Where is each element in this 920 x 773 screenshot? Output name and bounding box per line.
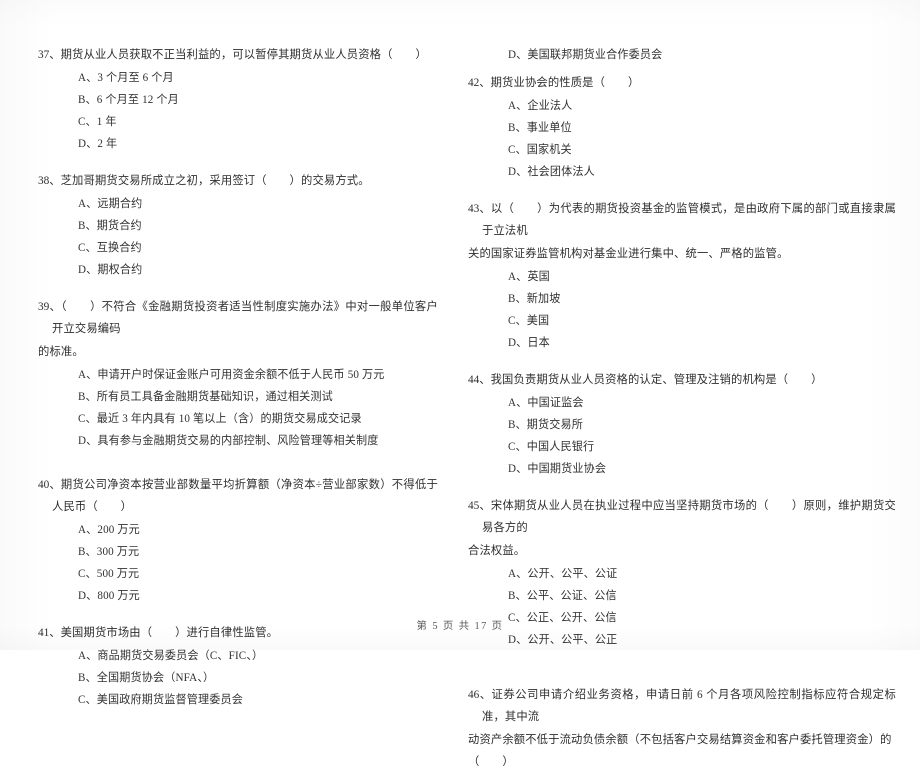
question-39-option-c[interactable]: C、最近 3 年内具有 10 笔以上（含）的期货交易成交记录 (38, 408, 438, 430)
question-38-option-a[interactable]: A、远期合约 (38, 193, 438, 215)
question-40-option-c[interactable]: C、500 万元 (38, 563, 438, 585)
question-block-37: 37、期货从业人员获取不正当利益的，可以暂停其期货从业人员资格（ ） A、3 个… (38, 44, 438, 155)
question-38-option-b[interactable]: B、期货合约 (38, 215, 438, 237)
question-42-number: 42、 (468, 77, 491, 89)
question-42-text: 期货业协会的性质是（ ） (490, 77, 640, 89)
question-37-stem: 37、期货从业人员获取不正当利益的，可以暂停其期货从业人员资格（ ） (38, 44, 438, 66)
question-45-text: 宋体期货从业人员在执业过程中应当坚持期货市场的（ ）原则，维护期货交易各方的 (482, 500, 896, 534)
question-46-text: 证券公司申请介绍业务资格，申请日前 6 个月各项风险控制指标应符合规定标准，其中… (482, 689, 896, 723)
question-37-option-c[interactable]: C、1 年 (38, 111, 438, 133)
question-39-number: 39、 (38, 301, 61, 313)
question-44-option-a[interactable]: A、中国证监会 (468, 392, 896, 414)
question-39-option-b[interactable]: B、所有员工具备金融期货基础知识，通过相关测试 (38, 386, 438, 408)
question-44-number: 44、 (468, 374, 491, 386)
question-44-option-d[interactable]: D、中国期货业协会 (468, 458, 896, 480)
question-block-38: 38、芝加哥期货交易所成立之初，采用签订（ ）的交易方式。 A、远期合约 B、期… (38, 170, 438, 281)
question-block-41: 41、美国期货市场由（ ）进行自律性监管。 A、商品期货交易委员会（C、FIC、… (38, 622, 438, 711)
question-45-option-d[interactable]: D、公开、公平、公正 (468, 629, 896, 651)
question-45-stem: 45、宋体期货从业人员在执业过程中应当坚持期货市场的（ ）原则，维护期货交易各方… (468, 495, 896, 539)
question-46-stem: 46、证券公司申请介绍业务资格，申请日前 6 个月各项风险控制指标应符合规定标准… (468, 684, 896, 728)
question-38-number: 38、 (38, 175, 61, 187)
question-38-option-c[interactable]: C、互换合约 (38, 237, 438, 259)
question-37-option-d[interactable]: D、2 年 (38, 133, 438, 155)
question-44-option-b[interactable]: B、期货交易所 (468, 414, 896, 436)
question-block-46: 46、证券公司申请介绍业务资格，申请日前 6 个月各项风险控制指标应符合规定标准… (468, 684, 896, 773)
question-41-option-a[interactable]: A、商品期货交易委员会（C、FIC、） (38, 645, 438, 667)
question-43-stem: 43、以（ ）为代表的期货投资基金的监管模式，是由政府下属的部门或直接隶属于立法… (468, 198, 896, 242)
question-40-stem: 40、期货公司净资本按营业部数量平均折算额（净资本÷营业部家数）不得低于人民币（… (38, 474, 438, 518)
question-43-text: 以（ ）为代表的期货投资基金的监管模式，是由政府下属的部门或直接隶属于立法机 (482, 203, 896, 237)
question-38-option-d[interactable]: D、期权合约 (38, 259, 438, 281)
question-42-option-c[interactable]: C、国家机关 (468, 139, 896, 161)
question-block-39: 39、（ ）不符合《金融期货投资者适当性制度实施办法》中对一般单位客户开立交易编… (38, 296, 438, 452)
question-block-40: 40、期货公司净资本按营业部数量平均折算额（净资本÷营业部家数）不得低于人民币（… (38, 474, 438, 607)
question-40-text: 期货公司净资本按营业部数量平均折算额（净资本÷营业部家数）不得低于人民币（ ） (52, 479, 438, 513)
question-43-number: 43、 (468, 203, 491, 215)
question-41-option-d[interactable]: D、美国联邦期货业合作委员会 (468, 44, 896, 66)
page-footer: 第 5 页 共 17 页 (416, 621, 504, 632)
question-41-option-c[interactable]: C、美国政府期货监督管理委员会 (38, 689, 438, 711)
question-37-text: 期货从业人员获取不正当利益的，可以暂停其期货从业人员资格（ ） (60, 49, 427, 61)
question-40-option-a[interactable]: A、200 万元 (38, 519, 438, 541)
question-block-43: 43、以（ ）为代表的期货投资基金的监管模式，是由政府下属的部门或直接隶属于立法… (468, 198, 896, 354)
question-39-option-a[interactable]: A、申请开户时保证金账户可用资金余额不低于人民币 50 万元 (38, 364, 438, 386)
two-column-layout: 37、期货从业人员获取不正当利益的，可以暂停其期货从业人员资格（ ） A、3 个… (0, 0, 920, 768)
question-44-stem: 44、我国负责期货从业人员资格的认定、管理及注销的机构是（ ） (468, 369, 896, 391)
right-column: D、美国联邦期货业合作委员会 42、期货业协会的性质是（ ） A、企业法人 B、… (460, 0, 920, 768)
question-39-stem-continued: 的标准。 (38, 346, 84, 358)
question-37-number: 37、 (38, 49, 61, 61)
question-43-option-c[interactable]: C、美国 (468, 310, 896, 332)
question-45-option-a[interactable]: A、公开、公平、公证 (468, 563, 896, 585)
question-42-option-d[interactable]: D、社会团体法人 (468, 161, 896, 183)
exam-page: 37、期货从业人员获取不正当利益的，可以暂停其期货从业人员资格（ ） A、3 个… (0, 0, 920, 768)
question-39-option-d[interactable]: D、具有参与金融期货交易的内部控制、风险管理等相关制度 (38, 430, 438, 452)
question-38-text: 芝加哥期货交易所成立之初，采用签订（ ）的交易方式。 (60, 175, 370, 187)
question-39-text: （ ）不符合《金融期货投资者适当性制度实施办法》中对一般单位客户开立交易编码 (52, 301, 438, 335)
question-45-stem-continued: 合法权益。 (468, 545, 526, 557)
question-43-stem-continued: 关的国家证券监管机构对基金业进行集中、统一、严格的监管。 (468, 248, 789, 260)
question-block-44: 44、我国负责期货从业人员资格的认定、管理及注销的机构是（ ） A、中国证监会 … (468, 369, 896, 480)
question-39-stem: 39、（ ）不符合《金融期货投资者适当性制度实施办法》中对一般单位客户开立交易编… (38, 296, 438, 340)
question-46-stem-continued: 动资产余额不低于流动负债余额（不包括客户交易结算资金和客户委托管理资金）的（ ） (468, 734, 892, 768)
left-column: 37、期货从业人员获取不正当利益的，可以暂停其期货从业人员资格（ ） A、3 个… (0, 0, 460, 706)
question-43-option-b[interactable]: B、新加坡 (468, 288, 896, 310)
question-43-option-d[interactable]: D、日本 (468, 332, 896, 354)
question-46-number: 46、 (468, 689, 492, 701)
question-42-stem: 42、期货业协会的性质是（ ） (468, 72, 896, 94)
question-37-option-a[interactable]: A、3 个月至 6 个月 (38, 67, 438, 89)
question-45-number: 45、 (468, 500, 491, 512)
question-40-option-b[interactable]: B、300 万元 (38, 541, 438, 563)
question-42-option-a[interactable]: A、企业法人 (468, 95, 896, 117)
question-41-option-b[interactable]: B、全国期货协会（NFA、） (38, 667, 438, 689)
question-40-number: 40、 (38, 479, 61, 491)
question-40-option-d[interactable]: D、800 万元 (38, 585, 438, 607)
question-38-stem: 38、芝加哥期货交易所成立之初，采用签订（ ）的交易方式。 (38, 170, 438, 192)
question-block-42: 42、期货业协会的性质是（ ） A、企业法人 B、事业单位 C、国家机关 D、社… (468, 72, 896, 183)
question-42-option-b[interactable]: B、事业单位 (468, 117, 896, 139)
question-44-text: 我国负责期货从业人员资格的认定、管理及注销的机构是（ ） (490, 374, 823, 386)
question-45-option-b[interactable]: B、公平、公证、公信 (468, 585, 896, 607)
question-43-option-a[interactable]: A、英国 (468, 266, 896, 288)
question-37-option-b[interactable]: B、6 个月至 12 个月 (38, 89, 438, 111)
question-44-option-c[interactable]: C、中国人民银行 (468, 436, 896, 458)
